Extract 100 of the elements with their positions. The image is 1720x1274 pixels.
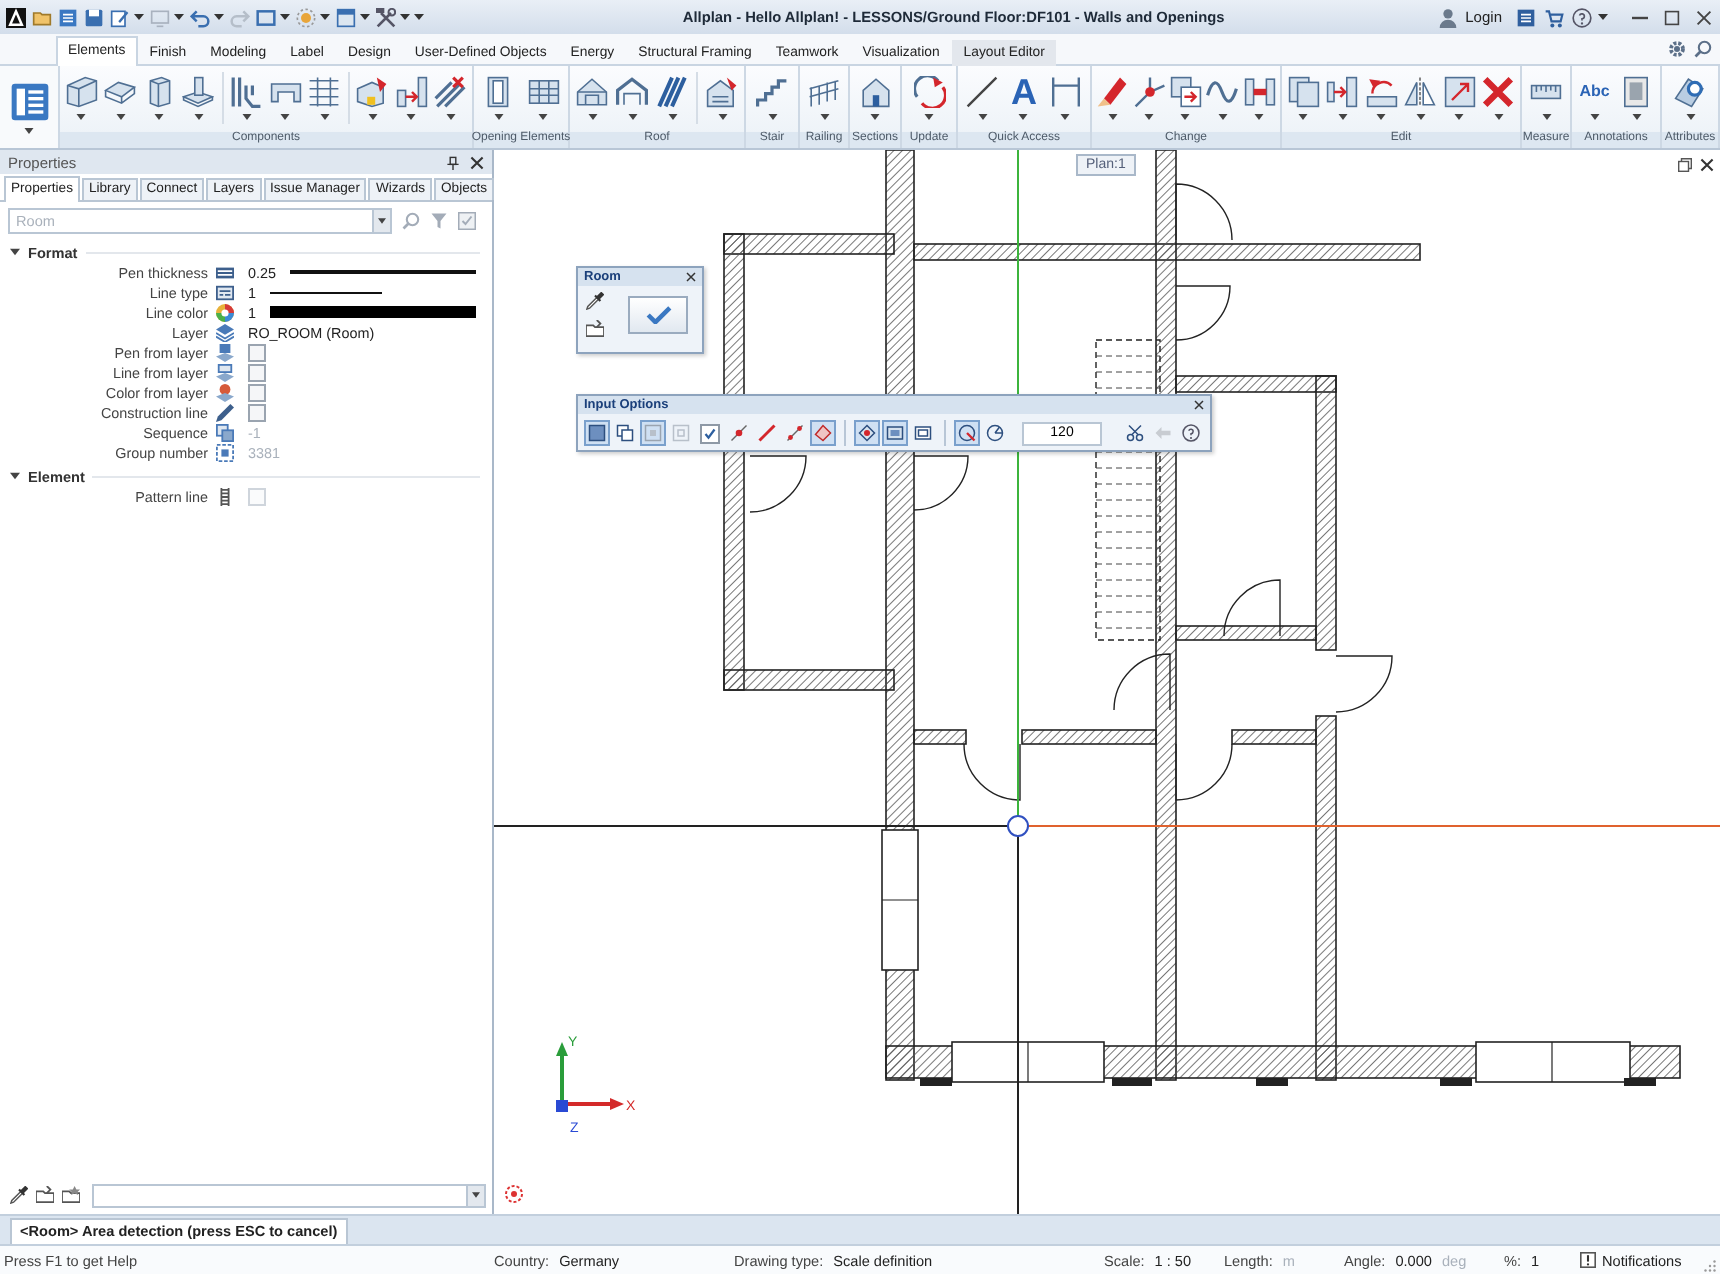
frame-icon[interactable] <box>256 7 276 27</box>
color-swatch[interactable] <box>270 306 476 318</box>
caret-icon[interactable] <box>1337 114 1348 120</box>
refresh-icon[interactable] <box>913 76 945 108</box>
caret-icon[interactable] <box>10 472 20 480</box>
checkbox[interactable] <box>700 423 720 443</box>
caret-icon[interactable] <box>320 14 330 20</box>
frame-icon[interactable] <box>882 420 908 446</box>
caret-icon[interactable] <box>1254 114 1265 120</box>
caret-icon[interactable] <box>1298 114 1309 120</box>
search-icon[interactable] <box>1694 40 1712 58</box>
mirror-icon[interactable] <box>1404 76 1437 108</box>
caret-icon[interactable] <box>1685 114 1695 120</box>
alert-icon[interactable] <box>1580 1252 1596 1268</box>
panel-layout-icon[interactable] <box>9 81 49 121</box>
house-edit-icon[interactable] <box>706 76 738 108</box>
caret-icon[interactable] <box>538 114 549 120</box>
caret-icon[interactable] <box>1541 114 1551 120</box>
caret-icon[interactable] <box>1631 114 1642 120</box>
caret-icon[interactable] <box>977 114 988 120</box>
selection-field[interactable] <box>92 1183 468 1207</box>
maximize-icon[interactable] <box>1664 9 1680 25</box>
cart-icon[interactable] <box>1544 7 1564 27</box>
box-edit-icon[interactable] <box>356 76 389 108</box>
eyedropper-icon[interactable] <box>10 1186 28 1204</box>
save-icon[interactable] <box>84 7 104 27</box>
caret-icon[interactable] <box>360 14 370 20</box>
caret-icon[interactable] <box>367 114 378 120</box>
roof-icon[interactable] <box>576 76 608 108</box>
window-icon[interactable] <box>527 76 560 108</box>
folder-icon[interactable] <box>36 1186 54 1204</box>
restore-icon[interactable] <box>1678 158 1692 172</box>
text-tool-button[interactable]: A <box>1010 76 1037 108</box>
hatch-shape-icon[interactable] <box>810 420 836 446</box>
move-icon[interactable] <box>1326 76 1359 108</box>
caret-icon[interactable] <box>174 14 184 20</box>
text-style-button[interactable]: Abc <box>1579 76 1610 108</box>
caret-icon[interactable] <box>241 114 252 120</box>
frame-outline-icon[interactable] <box>910 420 936 446</box>
list-icon[interactable] <box>58 7 78 27</box>
checkbox[interactable] <box>248 383 266 401</box>
pencil-icon[interactable] <box>1096 76 1129 108</box>
resize-icon[interactable] <box>1443 76 1476 108</box>
checkbox[interactable] <box>248 343 266 361</box>
caret-icon[interactable] <box>1376 114 1387 120</box>
tag-icon[interactable] <box>1674 76 1706 108</box>
caret-icon[interactable] <box>280 14 290 20</box>
caret-icon[interactable] <box>1598 14 1608 20</box>
slab-icon[interactable] <box>104 76 137 108</box>
rotate-icon[interactable] <box>1365 76 1398 108</box>
eyedropper-icon[interactable] <box>586 292 604 310</box>
caret-icon[interactable] <box>1454 114 1465 120</box>
caret-icon[interactable] <box>587 114 597 120</box>
caret-icon[interactable] <box>924 114 934 120</box>
help-icon[interactable] <box>1178 420 1204 446</box>
caret-icon[interactable] <box>1415 114 1426 120</box>
help-icon[interactable] <box>1572 7 1592 27</box>
caret-icon[interactable] <box>154 114 165 120</box>
caret-icon[interactable] <box>819 114 829 120</box>
dropdown-button[interactable] <box>374 207 392 233</box>
caret-icon[interactable] <box>1493 114 1504 120</box>
circle-arrow-icon[interactable] <box>954 420 980 446</box>
caret-icon[interactable] <box>406 114 417 120</box>
wall-icon[interactable] <box>65 76 98 108</box>
house-icon[interactable] <box>859 76 891 108</box>
folder-star-icon[interactable] <box>62 1186 80 1204</box>
caret-icon[interactable] <box>1018 114 1029 120</box>
caret-icon[interactable] <box>214 14 224 20</box>
pin-line-icon[interactable] <box>726 420 752 446</box>
caret-icon[interactable] <box>115 114 126 120</box>
folder-icon[interactable] <box>586 320 604 338</box>
stamp-icon[interactable] <box>182 76 215 108</box>
app-logo-icon[interactable] <box>6 7 26 27</box>
line-point-icon[interactable] <box>782 420 808 446</box>
caret-icon[interactable] <box>493 114 504 120</box>
h-beam-icon[interactable] <box>1243 76 1276 108</box>
copy-arrow-icon[interactable] <box>1169 76 1202 108</box>
scissors-icon[interactable] <box>1122 420 1148 446</box>
checkbox[interactable] <box>248 363 266 381</box>
tools-icon[interactable] <box>376 7 396 27</box>
close-icon[interactable] <box>1700 158 1714 172</box>
wall-arrow-icon[interactable] <box>395 76 428 108</box>
split-line-icon[interactable] <box>1133 76 1166 108</box>
caret-icon[interactable] <box>1060 114 1071 120</box>
circle-angle-icon[interactable] <box>982 420 1008 446</box>
diamond-icon[interactable] <box>854 420 880 446</box>
caret-icon[interactable] <box>1589 114 1600 120</box>
snap-indicator-icon[interactable] <box>505 1185 523 1203</box>
caret-icon[interactable] <box>1144 114 1155 120</box>
curve-icon[interactable] <box>1206 76 1239 108</box>
close-icon[interactable] <box>1696 9 1712 25</box>
caret-icon[interactable] <box>378 217 386 223</box>
caret-icon[interactable] <box>870 114 880 120</box>
window-icon[interactable] <box>336 7 356 27</box>
caret-icon[interactable] <box>1180 114 1191 120</box>
dimension-icon[interactable] <box>1049 76 1082 108</box>
area-icon[interactable] <box>584 420 610 446</box>
caret-icon[interactable] <box>445 114 456 120</box>
caret-icon[interactable] <box>24 127 34 133</box>
list-panel-icon[interactable] <box>1516 7 1536 27</box>
